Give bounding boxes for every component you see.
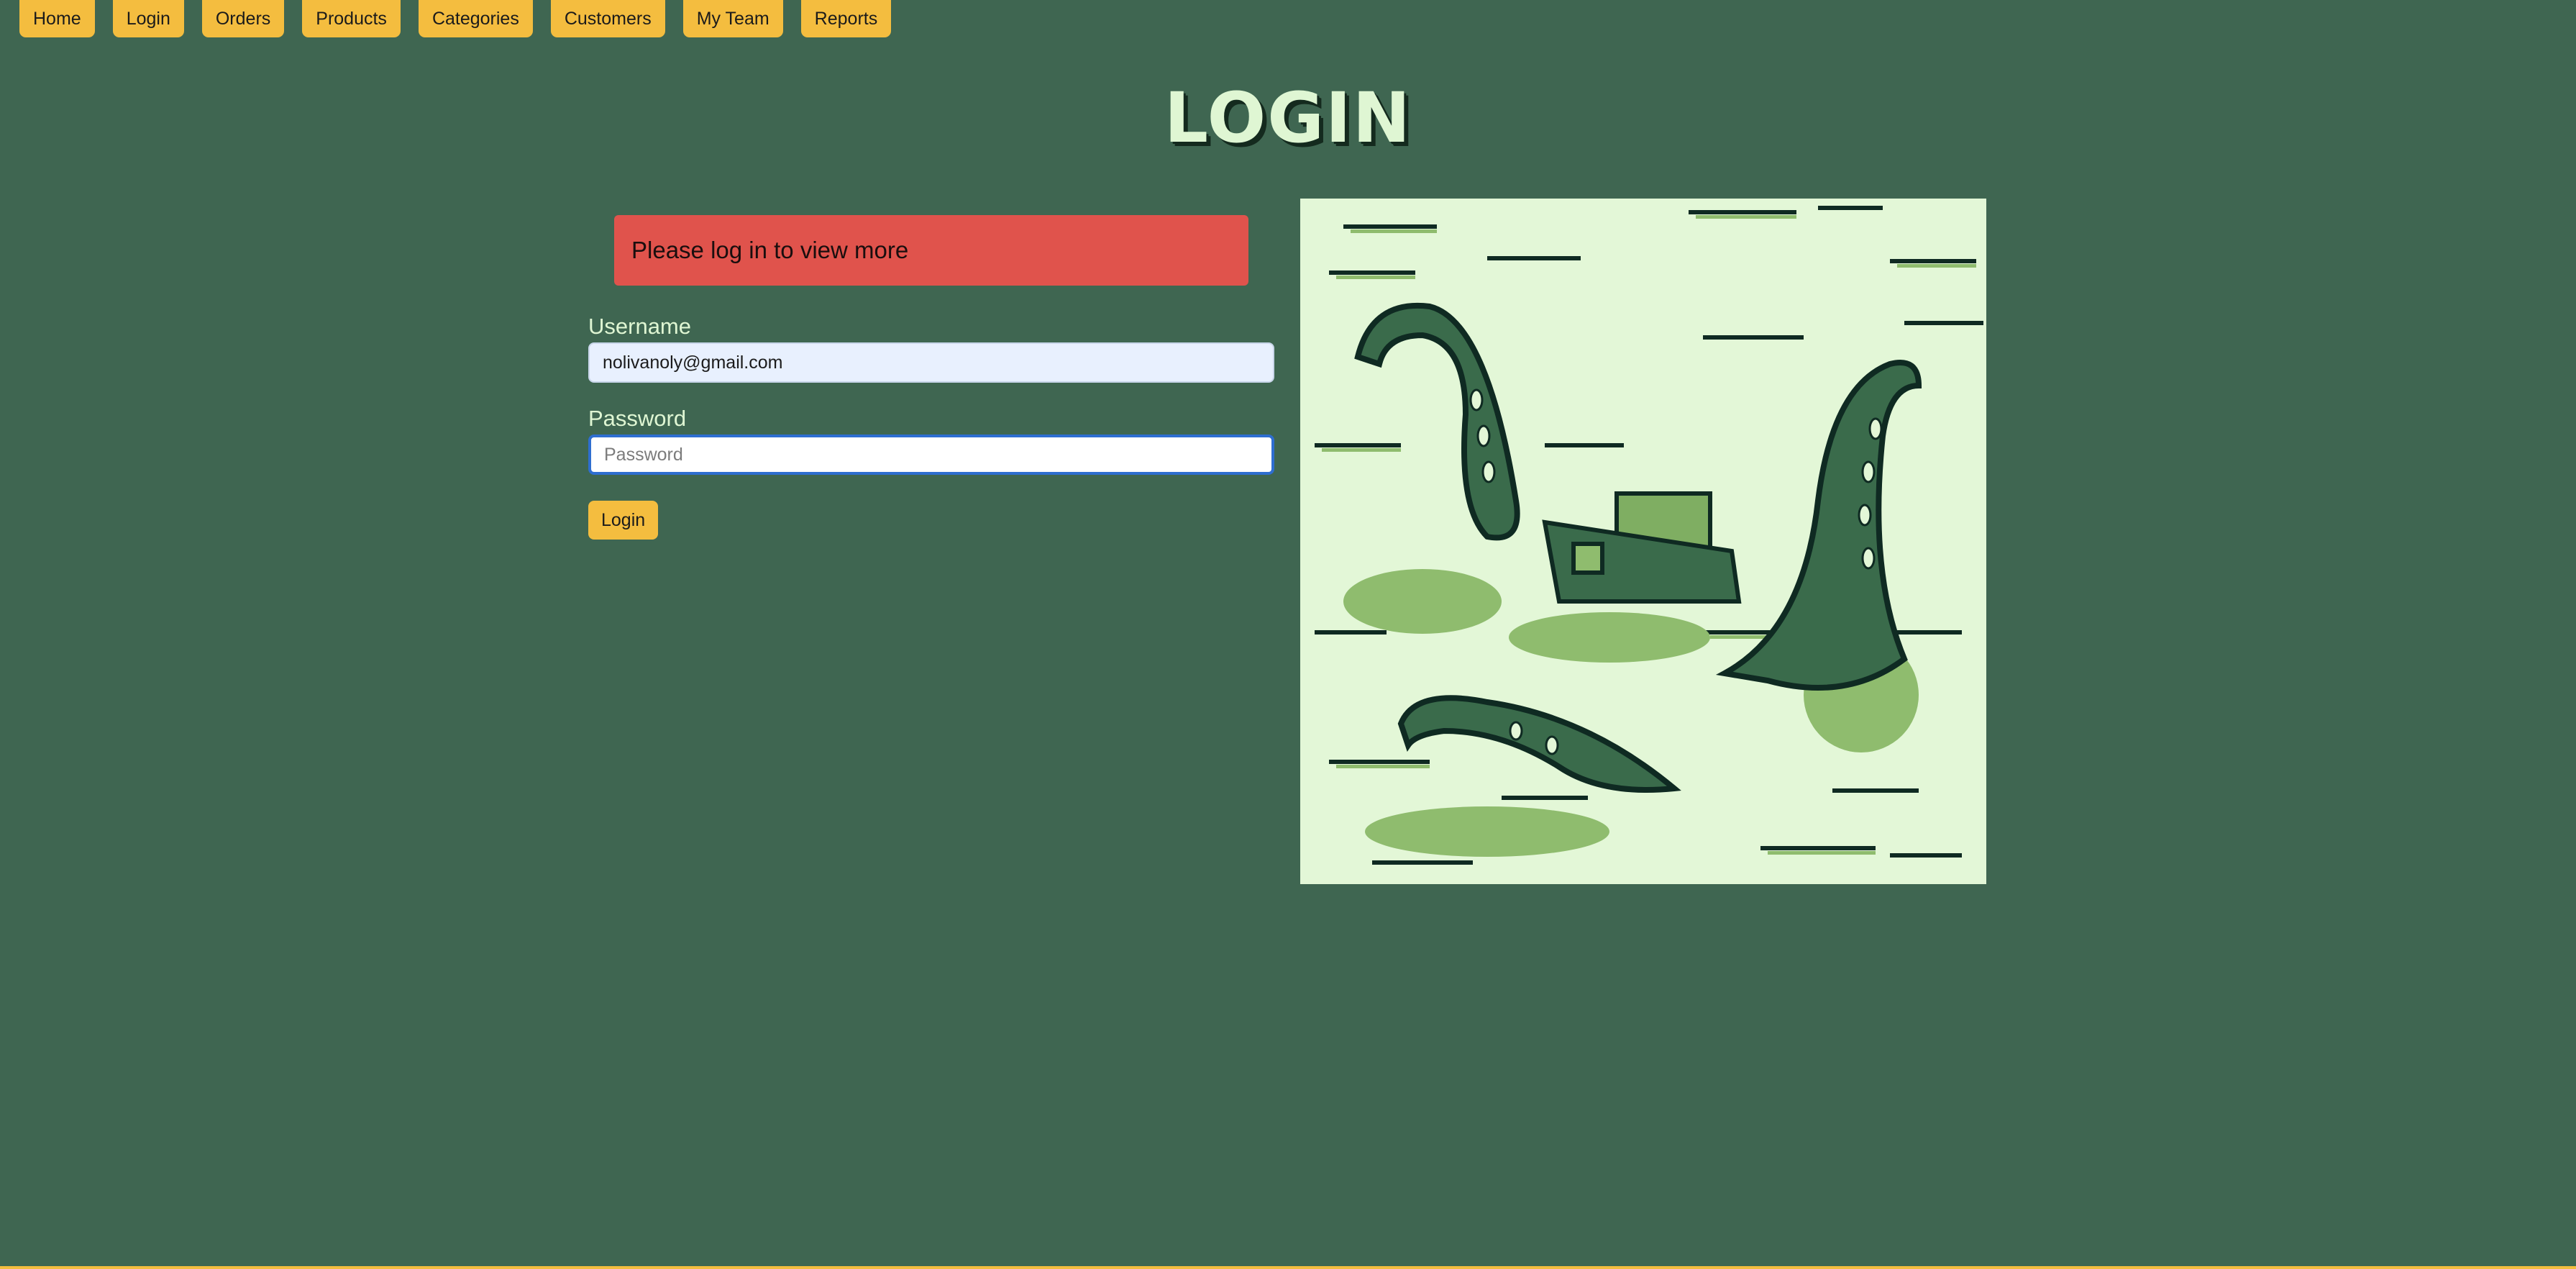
- nav-home-button[interactable]: Home: [19, 0, 95, 37]
- password-label: Password: [588, 406, 687, 431]
- nav-reports-button[interactable]: Reports: [800, 0, 892, 37]
- username-input[interactable]: [588, 342, 1274, 383]
- kraken-illustration: [1300, 199, 1986, 884]
- nav-products-button[interactable]: Products: [302, 0, 401, 37]
- login-submit-button[interactable]: Login: [588, 501, 659, 540]
- nav-my-team-button[interactable]: My Team: [682, 0, 783, 37]
- nav-categories-button[interactable]: Categories: [418, 0, 533, 37]
- nav-orders-button[interactable]: Orders: [201, 0, 285, 37]
- password-input[interactable]: [588, 435, 1274, 475]
- bottom-accent-bar: [0, 1266, 2576, 1269]
- nav-customers-button[interactable]: Customers: [550, 0, 665, 37]
- nav-login-button[interactable]: Login: [112, 0, 184, 37]
- page-title: LOGIN: [1164, 78, 1412, 158]
- username-label: Username: [588, 314, 691, 339]
- login-required-alert: Please log in to view more: [614, 215, 1248, 286]
- top-nav: Home Login Orders Products Categories Cu…: [19, 0, 909, 37]
- kraken-ship-image: [1315, 206, 1983, 865]
